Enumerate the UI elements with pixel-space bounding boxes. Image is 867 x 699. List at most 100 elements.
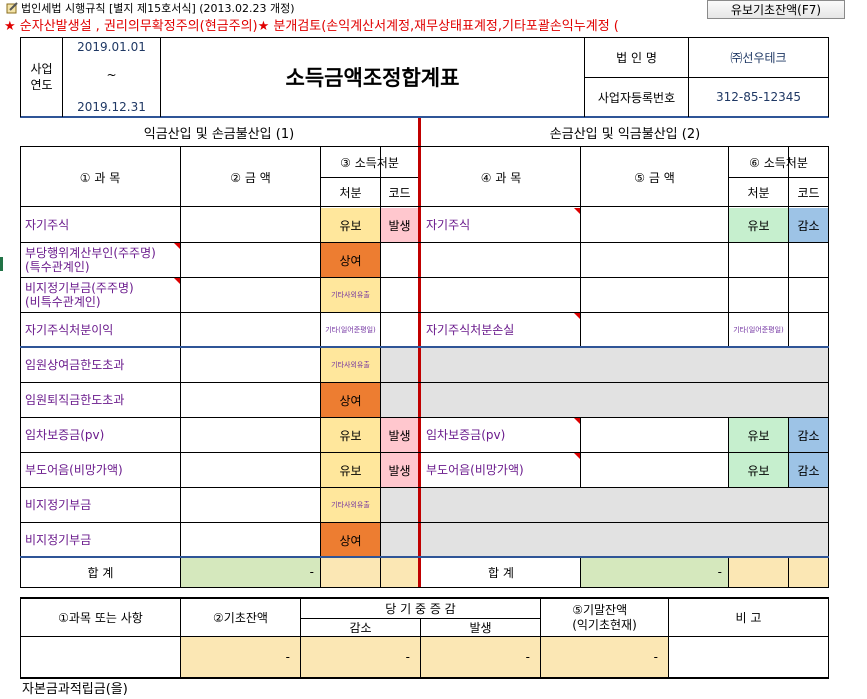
row-9-left-code[interactable] bbox=[381, 523, 418, 557]
row-5-left-subject[interactable]: 임원퇴직금한도초과 bbox=[21, 383, 180, 417]
row-7-right-code[interactable]: 감소 bbox=[789, 453, 828, 487]
top-note: 법인세법 시행규칙 [별지 제15호서식] (2013.02.23 개정) bbox=[21, 2, 295, 15]
left-section-title: 익금산입 및 손금불산입 (1) bbox=[143, 126, 295, 142]
note-icon bbox=[6, 2, 19, 14]
row-1-left-disposal[interactable]: 상여 bbox=[321, 243, 380, 277]
row-6-left-subject[interactable]: 임차보증금(pv) bbox=[21, 418, 180, 452]
col-div-right: 처분 bbox=[747, 186, 770, 200]
row-7-left-code[interactable]: 발생 bbox=[381, 453, 418, 487]
row-1-right-subject[interactable] bbox=[422, 243, 580, 277]
row-6-left-disposal[interactable]: 유보 bbox=[321, 418, 380, 452]
row-4-left-amount[interactable] bbox=[181, 348, 320, 382]
row-4-left-disposal[interactable]: 기타사외유출 bbox=[321, 348, 380, 382]
total-amount-left: - bbox=[181, 558, 320, 587]
row-3-right-disposal[interactable]: 기타(일어준평일) bbox=[729, 313, 788, 347]
row-0-right-amount[interactable] bbox=[581, 208, 728, 242]
row-0-left-code[interactable]: 발생 bbox=[381, 208, 418, 242]
row-6-right-subject[interactable]: 임차보증금(pv) bbox=[422, 418, 580, 452]
row-2-left-code[interactable] bbox=[381, 278, 418, 312]
row-1-left-amount[interactable] bbox=[181, 243, 320, 277]
col-code-left: 코드 bbox=[388, 186, 411, 200]
col-subject-left: ① 과 목 bbox=[79, 170, 121, 185]
row-8-left-disposal[interactable]: 기타사외유출 bbox=[321, 488, 380, 522]
row-0-left-amount[interactable] bbox=[181, 208, 320, 242]
corp-name: ㈜선우테크 bbox=[730, 51, 787, 65]
lower-decrease-value[interactable]: - bbox=[301, 637, 420, 677]
period-end: 2019.12.31 bbox=[77, 100, 146, 114]
total-label-left: 합 계 bbox=[87, 566, 114, 580]
row-7-left-subject[interactable]: 부도어음(비망가액) bbox=[21, 453, 180, 487]
corp-name-label: 법 인 명 bbox=[616, 51, 657, 65]
year-label: 사업 연도 bbox=[30, 62, 53, 92]
row-1-right-code[interactable] bbox=[789, 243, 828, 277]
row-0-right-disposal[interactable]: 유보 bbox=[729, 208, 788, 242]
row-5-left-amount[interactable] bbox=[181, 383, 320, 417]
lower-col-decrease: 감소 bbox=[349, 621, 372, 635]
row-7-right-subject[interactable]: 부도어음(비망가액) bbox=[422, 453, 580, 487]
row-4-left-subject[interactable]: 임원상여금한도초과 bbox=[21, 348, 180, 382]
total-amount-right: - bbox=[581, 558, 728, 587]
row-9-left-subject[interactable]: 비지정기부금 bbox=[21, 523, 180, 557]
row-1-right-amount[interactable] bbox=[581, 243, 728, 277]
row-4-left-code[interactable] bbox=[381, 348, 418, 382]
row-3-right-amount[interactable] bbox=[581, 313, 728, 347]
row-7-right-amount[interactable] bbox=[581, 453, 728, 487]
right-section-title: 손금산입 및 익금불산입 (2) bbox=[549, 126, 701, 142]
lower-col-opening: ②기초잔액 bbox=[213, 611, 268, 625]
row-5-left-disposal[interactable]: 상여 bbox=[321, 383, 380, 417]
row-0-left-disposal[interactable]: 유보 bbox=[321, 208, 380, 242]
row-2-right-disposal[interactable] bbox=[729, 278, 788, 312]
lower-col-remark: 비 고 bbox=[735, 611, 762, 625]
row-2-right-amount[interactable] bbox=[581, 278, 728, 312]
period-tilde: ~ bbox=[106, 68, 117, 82]
row-6-left-code[interactable]: 발생 bbox=[381, 418, 418, 452]
row-3-left-code[interactable] bbox=[381, 313, 418, 347]
opening-balance-button[interactable]: 유보기초잔액(F7) bbox=[707, 0, 845, 19]
row-indicator bbox=[0, 257, 3, 271]
row-3-left-disposal[interactable]: 기타(일어준평일) bbox=[321, 313, 380, 347]
footer-text: 자본금과적립금(을) bbox=[22, 682, 128, 697]
row-8-left-subject[interactable]: 비지정기부금 bbox=[21, 488, 180, 522]
lower-opening-value[interactable]: - bbox=[181, 637, 300, 677]
row-0-right-code[interactable]: 감소 bbox=[789, 208, 828, 242]
row-1-left-subject[interactable]: 부당행위계산부인(주주명) (특수관계인) bbox=[21, 243, 180, 277]
lower-increase-value[interactable]: - bbox=[421, 637, 540, 677]
col-subject-right: ④ 과 목 bbox=[480, 170, 522, 185]
reg-no: 312-85-12345 bbox=[715, 90, 801, 104]
lower-ending-value[interactable]: - bbox=[541, 637, 668, 677]
row-3-left-subject[interactable]: 자기주식처분이익 bbox=[21, 313, 180, 347]
row-7-left-disposal[interactable]: 유보 bbox=[321, 453, 380, 487]
row-2-left-amount[interactable] bbox=[181, 278, 320, 312]
period-start: 2019.01.01 bbox=[77, 40, 146, 54]
row-6-right-amount[interactable] bbox=[581, 418, 728, 452]
col-disposal-left: ③ 소득처분 bbox=[340, 155, 399, 170]
lower-col-subject: ①과목 또는 사항 bbox=[58, 611, 143, 625]
row-8-left-amount[interactable] bbox=[181, 488, 320, 522]
row-3-left-amount[interactable] bbox=[181, 313, 320, 347]
row-0-left-subject[interactable]: 자기주식 bbox=[21, 208, 180, 242]
lower-col-ending: ⑤기말잔액 (익기초현재) bbox=[572, 602, 637, 632]
warning-text: ★ 순자산발생설 , 권리의무확정주의(현금주의)★ 분개검토(손익계산서계정,… bbox=[4, 19, 619, 34]
row-1-left-code[interactable] bbox=[381, 243, 418, 277]
row-8-left-code[interactable] bbox=[381, 488, 418, 522]
row-3-right-subject[interactable]: 자기주식처분손실 bbox=[422, 313, 580, 347]
row-2-left-disposal[interactable]: 기타사외유출 bbox=[321, 278, 380, 312]
row-1-right-disposal[interactable] bbox=[729, 243, 788, 277]
row-3-right-code[interactable] bbox=[789, 313, 828, 347]
worksheet: 법인세법 시행규칙 [별지 제15호서식] (2013.02.23 개정) 유보… bbox=[0, 0, 867, 699]
col-div-left: 처분 bbox=[339, 186, 362, 200]
row-9-left-disposal[interactable]: 상여 bbox=[321, 523, 380, 557]
row-2-right-subject[interactable] bbox=[422, 278, 580, 312]
row-6-left-amount[interactable] bbox=[181, 418, 320, 452]
row-7-left-amount[interactable] bbox=[181, 453, 320, 487]
row-0-right-subject[interactable]: 자기주식 bbox=[422, 208, 580, 242]
row-5-left-code[interactable] bbox=[381, 383, 418, 417]
row-9-left-amount[interactable] bbox=[181, 523, 320, 557]
row-6-right-code[interactable]: 감소 bbox=[789, 418, 828, 452]
row-6-right-disposal[interactable]: 유보 bbox=[729, 418, 788, 452]
row-2-left-subject[interactable]: 비지정기부금(주주명) (비특수관계인) bbox=[21, 278, 180, 312]
row-2-right-code[interactable] bbox=[789, 278, 828, 312]
col-amount-left: ② 금 액 bbox=[230, 170, 271, 185]
lower-col-increase: 발생 bbox=[469, 621, 492, 635]
row-7-right-disposal[interactable]: 유보 bbox=[729, 453, 788, 487]
